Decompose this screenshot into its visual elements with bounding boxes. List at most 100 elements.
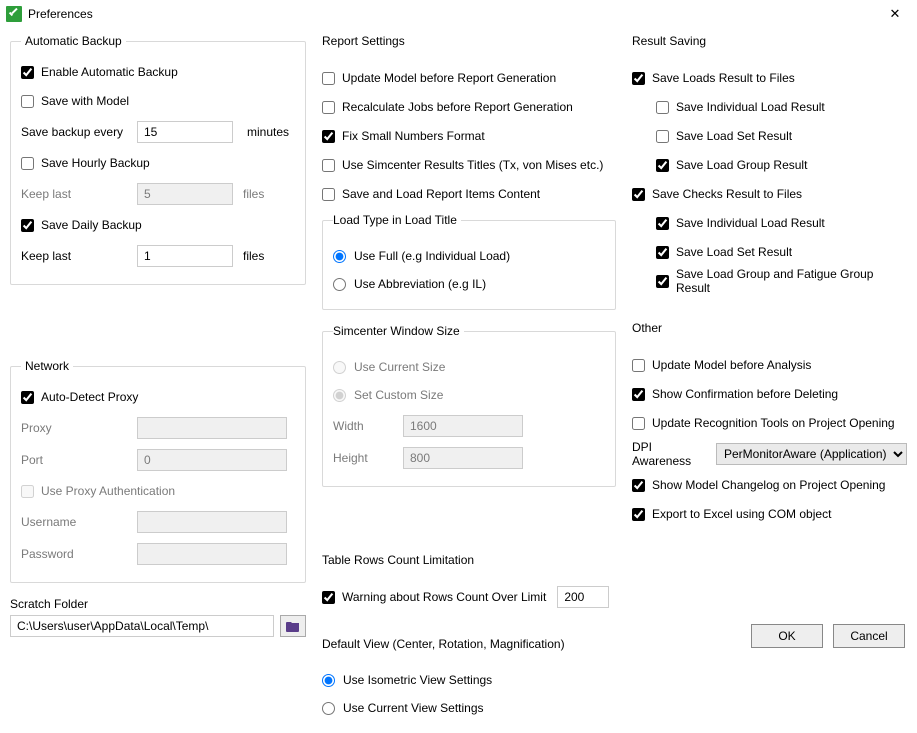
checks-group-fatigue-checkbox[interactable]	[656, 275, 669, 288]
export-com-label: Export to Excel using COM object	[652, 507, 831, 521]
rows-warning-checkbox[interactable]	[322, 591, 335, 604]
keep-last-daily-label: Keep last	[21, 249, 127, 263]
fix-small-numbers-label: Fix Small Numbers Format	[342, 129, 485, 143]
save-load-items-checkbox[interactable]	[322, 188, 335, 201]
load-type-full-radio[interactable]	[333, 250, 346, 263]
checks-group-fatigue-label: Save Load Group and Fatigue Group Result	[676, 267, 907, 295]
win-current-radio	[333, 361, 346, 374]
show-changelog-label: Show Model Changelog on Project Opening	[652, 478, 885, 492]
hourly-backup-label: Save Hourly Backup	[41, 156, 150, 170]
simcenter-window-legend: Simcenter Window Size	[333, 324, 464, 338]
win-height-label: Height	[333, 451, 393, 465]
keep-last-hourly-unit: files	[243, 187, 264, 201]
save-with-model-label: Save with Model	[41, 94, 129, 108]
checks-set-checkbox[interactable]	[656, 246, 669, 259]
checks-individual-checkbox[interactable]	[656, 217, 669, 230]
hourly-backup-checkbox[interactable]	[21, 157, 34, 170]
save-load-items-label: Save and Load Report Items Content	[342, 187, 540, 201]
load-type-legend: Load Type in Load Title	[333, 213, 461, 227]
load-type-abbr-radio[interactable]	[333, 278, 346, 291]
update-model-label: Update Model before Report Generation	[342, 71, 556, 85]
loads-individual-checkbox[interactable]	[656, 101, 669, 114]
isometric-view-radio[interactable]	[322, 674, 335, 687]
checks-set-label: Save Load Set Result	[676, 245, 792, 259]
ok-button[interactable]: OK	[751, 624, 823, 648]
report-settings-group: Report Settings Update Model before Repo…	[322, 34, 616, 511]
close-icon: ✕	[890, 6, 901, 22]
scratch-folder-input[interactable]	[10, 615, 274, 637]
simcenter-titles-checkbox[interactable]	[322, 159, 335, 172]
dpi-awareness-label: DPI Awareness	[632, 440, 700, 468]
enable-backup-checkbox[interactable]	[21, 66, 34, 79]
loads-group-checkbox[interactable]	[656, 159, 669, 172]
load-type-group: Load Type in Load Title Use Full (e.g In…	[322, 213, 616, 310]
save-checks-checkbox[interactable]	[632, 188, 645, 201]
close-button[interactable]: ✕	[881, 4, 909, 24]
loads-set-checkbox[interactable]	[656, 130, 669, 143]
default-view-legend: Default View (Center, Rotation, Magnific…	[322, 637, 569, 651]
rows-limit-legend: Table Rows Count Limitation	[322, 553, 478, 567]
rows-warning-label: Warning about Rows Count Over Limit	[342, 590, 546, 604]
save-every-input[interactable]	[137, 121, 233, 143]
network-group: Network Auto-Detect Proxy Proxy Port Use…	[10, 359, 306, 583]
backup-legend: Automatic Backup	[21, 34, 126, 48]
app-icon	[6, 6, 22, 22]
win-width-label: Width	[333, 419, 393, 433]
update-recog-label: Update Recognition Tools on Project Open…	[652, 416, 895, 430]
window-title: Preferences	[28, 7, 93, 21]
titlebar: Preferences ✕	[0, 0, 917, 28]
export-com-checkbox[interactable]	[632, 508, 645, 521]
report-settings-legend: Report Settings	[322, 34, 409, 48]
scratch-folder-label: Scratch Folder	[10, 597, 306, 611]
isometric-view-label: Use Isometric View Settings	[343, 673, 492, 687]
browse-folder-button[interactable]	[280, 615, 306, 637]
simcenter-titles-label: Use Simcenter Results Titles (Tx, von Mi…	[342, 158, 603, 172]
cancel-button[interactable]: Cancel	[833, 624, 905, 648]
recalculate-jobs-label: Recalculate Jobs before Report Generatio…	[342, 100, 573, 114]
update-model-checkbox[interactable]	[322, 72, 335, 85]
password-input	[137, 543, 287, 565]
win-current-label: Use Current Size	[354, 360, 445, 374]
enable-backup-label: Enable Automatic Backup	[41, 65, 178, 79]
backup-group: Automatic Backup Enable Automatic Backup…	[10, 34, 306, 285]
proxy-input	[137, 417, 287, 439]
save-with-model-checkbox[interactable]	[21, 95, 34, 108]
save-checks-label: Save Checks Result to Files	[652, 187, 802, 201]
daily-backup-label: Save Daily Backup	[41, 218, 142, 232]
show-changelog-checkbox[interactable]	[632, 479, 645, 492]
update-before-analysis-checkbox[interactable]	[632, 359, 645, 372]
checks-individual-label: Save Individual Load Result	[676, 216, 825, 230]
confirm-delete-checkbox[interactable]	[632, 388, 645, 401]
keep-last-daily-input[interactable]	[137, 245, 233, 267]
load-type-abbr-label: Use Abbreviation (e.g IL)	[354, 277, 486, 291]
simcenter-window-group: Simcenter Window Size Use Current Size S…	[322, 324, 616, 487]
auto-detect-proxy-checkbox[interactable]	[21, 391, 34, 404]
keep-last-hourly-label: Keep last	[21, 187, 127, 201]
save-loads-checkbox[interactable]	[632, 72, 645, 85]
daily-backup-checkbox[interactable]	[21, 219, 34, 232]
update-recog-checkbox[interactable]	[632, 417, 645, 430]
save-every-label: Save backup every	[21, 125, 127, 139]
win-width-input	[403, 415, 523, 437]
folder-icon	[286, 620, 300, 632]
save-every-unit: minutes	[247, 125, 289, 139]
confirm-delete-label: Show Confirmation before Deleting	[652, 387, 838, 401]
loads-group-label: Save Load Group Result	[676, 158, 807, 172]
rows-limit-group: Table Rows Count Limitation Warning abou…	[322, 553, 616, 623]
username-label: Username	[21, 515, 127, 529]
fix-small-numbers-checkbox[interactable]	[322, 130, 335, 143]
port-input	[137, 449, 287, 471]
proxy-label: Proxy	[21, 421, 127, 435]
loads-individual-label: Save Individual Load Result	[676, 100, 825, 114]
port-label: Port	[21, 453, 127, 467]
dpi-awareness-select[interactable]: PerMonitorAware (Application)	[716, 443, 907, 465]
keep-last-hourly-input	[137, 183, 233, 205]
auto-detect-proxy-label: Auto-Detect Proxy	[41, 390, 138, 404]
keep-last-daily-unit: files	[243, 249, 264, 263]
current-view-radio[interactable]	[322, 702, 335, 715]
other-legend: Other	[632, 321, 666, 335]
rows-limit-input[interactable]	[557, 586, 609, 608]
recalculate-jobs-checkbox[interactable]	[322, 101, 335, 114]
win-custom-label: Set Custom Size	[354, 388, 443, 402]
save-loads-label: Save Loads Result to Files	[652, 71, 795, 85]
